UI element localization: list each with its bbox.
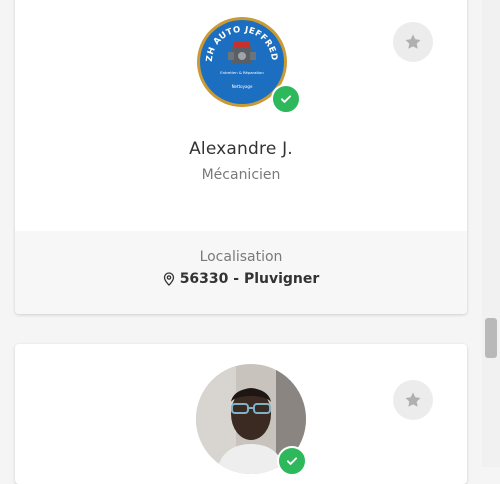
check-icon bbox=[280, 95, 292, 103]
check-icon bbox=[286, 457, 298, 465]
scrollbar-track[interactable] bbox=[482, 0, 500, 467]
star-icon bbox=[405, 34, 421, 49]
provider-name[interactable]: Alexandre J. bbox=[15, 139, 467, 159]
location-label: Localisation bbox=[199, 249, 283, 265]
scrollbar-thumb[interactable] bbox=[485, 318, 497, 358]
verified-badge bbox=[277, 446, 307, 476]
provider-card[interactable] bbox=[15, 344, 467, 484]
avatar-wrapper bbox=[196, 364, 307, 476]
provider-card[interactable]: BZH AUTO JEFFREDO Entretien & Réparation… bbox=[15, 0, 467, 314]
provider-job: Mécanicien bbox=[201, 167, 281, 183]
star-icon bbox=[405, 392, 421, 407]
location-section: Localisation 56330 - Pluvigner bbox=[15, 231, 467, 314]
svg-text:Nettoyage: Nettoyage bbox=[232, 84, 253, 89]
avatar-wrapper: BZH AUTO JEFFREDO Entretien & Réparation… bbox=[196, 16, 301, 114]
verified-badge bbox=[271, 84, 301, 114]
favorite-button[interactable] bbox=[393, 380, 433, 420]
location-value: 56330 - Pluvigner bbox=[15, 271, 467, 287]
favorite-button[interactable] bbox=[393, 22, 433, 62]
location-text: 56330 - Pluvigner bbox=[179, 271, 320, 287]
svg-text:Entretien & Réparation: Entretien & Réparation bbox=[220, 70, 264, 75]
map-pin-icon bbox=[163, 272, 174, 286]
